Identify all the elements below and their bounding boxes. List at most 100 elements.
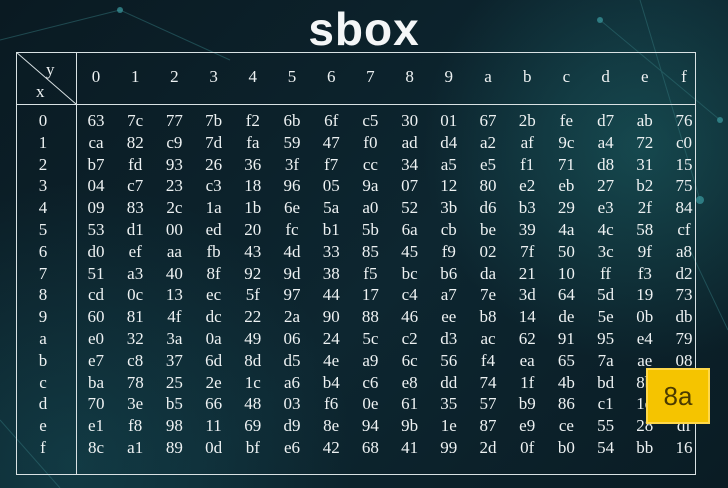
table-cell: ca [88, 132, 104, 152]
table-cell: 4c [597, 220, 614, 239]
table-cell: 12 [440, 176, 458, 196]
table-cell: 09 [87, 198, 105, 218]
table-cell: b2 [636, 176, 654, 196]
table-cell: 83 [126, 198, 144, 218]
table-cell: ff [600, 263, 612, 283]
table-cell: ad [401, 132, 418, 152]
table-cell: db [675, 307, 693, 327]
column-header: 2 [170, 67, 179, 86]
table-cell: 54 [597, 438, 615, 457]
table-cell: 07 [401, 176, 419, 196]
table-cell: b4 [322, 372, 340, 392]
table-cell: c7 [127, 176, 144, 196]
table-cell: fa [246, 132, 260, 152]
table-cell: 41 [401, 438, 419, 457]
table-cell: e8 [401, 372, 418, 392]
row-header: 1 [38, 132, 48, 152]
table-cell: b8 [479, 307, 497, 327]
table-cell: ac [480, 329, 496, 348]
table-cell: 2f [637, 198, 652, 218]
table-cell: 7c [127, 111, 144, 130]
table-cell: cd [87, 285, 105, 305]
column-header: 3 [209, 67, 218, 86]
table-cell: 72 [636, 132, 654, 152]
table-cell: a0 [362, 198, 379, 218]
table-cell: c6 [362, 372, 379, 392]
table-cell: 8e [323, 416, 340, 436]
table-cell: 4f [167, 307, 182, 327]
table-cell: b5 [165, 394, 183, 414]
column-header: c [562, 67, 571, 86]
table-cell: 84 [675, 198, 693, 218]
column-header: f [681, 67, 687, 86]
table-cell: ba [87, 372, 105, 392]
table-cell: f4 [480, 350, 496, 370]
table-cell: c4 [401, 285, 418, 305]
table-cell: fe [559, 111, 573, 130]
table-cell: 37 [165, 350, 183, 370]
table-cell: 86 [557, 394, 575, 414]
table-cell: 93 [165, 154, 183, 174]
table-cell: 6c [401, 350, 418, 370]
table-cell: de [558, 307, 575, 327]
table-cell: 5c [362, 329, 379, 348]
table-cell: 0f [520, 438, 535, 457]
table-cell: 46 [401, 307, 419, 327]
table-cell: 29 [557, 198, 575, 218]
table-cell: 78 [126, 372, 144, 392]
table-cell: c2 [401, 329, 418, 348]
table-cell: f3 [637, 263, 652, 283]
table-cell: 51 [87, 263, 105, 283]
table-cell: 7b [205, 111, 223, 130]
table-cell: b9 [518, 394, 536, 414]
table-cell: 65 [557, 350, 575, 370]
table-cell: a3 [127, 263, 144, 283]
table-cell: 7f [520, 241, 535, 261]
table-cell: 3c [597, 241, 614, 261]
row-header: e [39, 416, 47, 436]
table-cell: 40 [165, 263, 183, 283]
table-cell: f9 [441, 241, 456, 261]
table-cell: 8f [206, 263, 221, 283]
table-cell: a7 [440, 285, 457, 305]
table-cell: 5a [323, 198, 340, 218]
table-cell: b0 [557, 438, 575, 457]
table-cell: 75 [675, 176, 693, 196]
table-cell: 67 [479, 111, 497, 130]
table-cell: dc [205, 307, 222, 327]
table-cell: 19 [636, 285, 654, 305]
table-cell: 05 [322, 176, 340, 196]
table-cell: 4e [323, 350, 340, 370]
table-cell: 6e [283, 198, 301, 218]
table-cell: bd [597, 372, 615, 392]
table-cell: 7e [479, 285, 497, 305]
table-cell: c1 [597, 394, 614, 414]
table-cell: 99 [440, 438, 458, 457]
table-cell: 5f [245, 285, 260, 305]
table-cell: 04 [87, 176, 105, 196]
table-cell: 95 [597, 329, 615, 348]
table-cell: be [479, 220, 497, 239]
table-cell: eb [558, 176, 575, 196]
table-cell: f7 [324, 154, 339, 174]
table-cell: 00 [165, 220, 183, 239]
table-cell: 81 [126, 307, 144, 327]
table-cell: 6f [324, 111, 339, 130]
table-cell: 1f [520, 372, 535, 392]
table-cell: 0b [636, 307, 654, 327]
table-cell: b7 [87, 154, 105, 174]
table-cell: 70 [87, 394, 105, 414]
table-cell: 52 [401, 198, 419, 218]
table-cell: f6 [324, 394, 339, 414]
table-cell: 92 [244, 263, 262, 283]
table-cell: 69 [244, 416, 262, 436]
table-cell: 6d [205, 350, 223, 370]
table-cell: 01 [440, 111, 458, 130]
table-cell: ef [128, 241, 142, 261]
table-cell: 33 [322, 241, 340, 261]
table-cell: 85 [361, 241, 379, 261]
column-header: 5 [287, 67, 297, 86]
table-cell: 2d [479, 438, 497, 457]
table-cell: 31 [636, 154, 654, 174]
table-cell: 38 [322, 263, 340, 283]
